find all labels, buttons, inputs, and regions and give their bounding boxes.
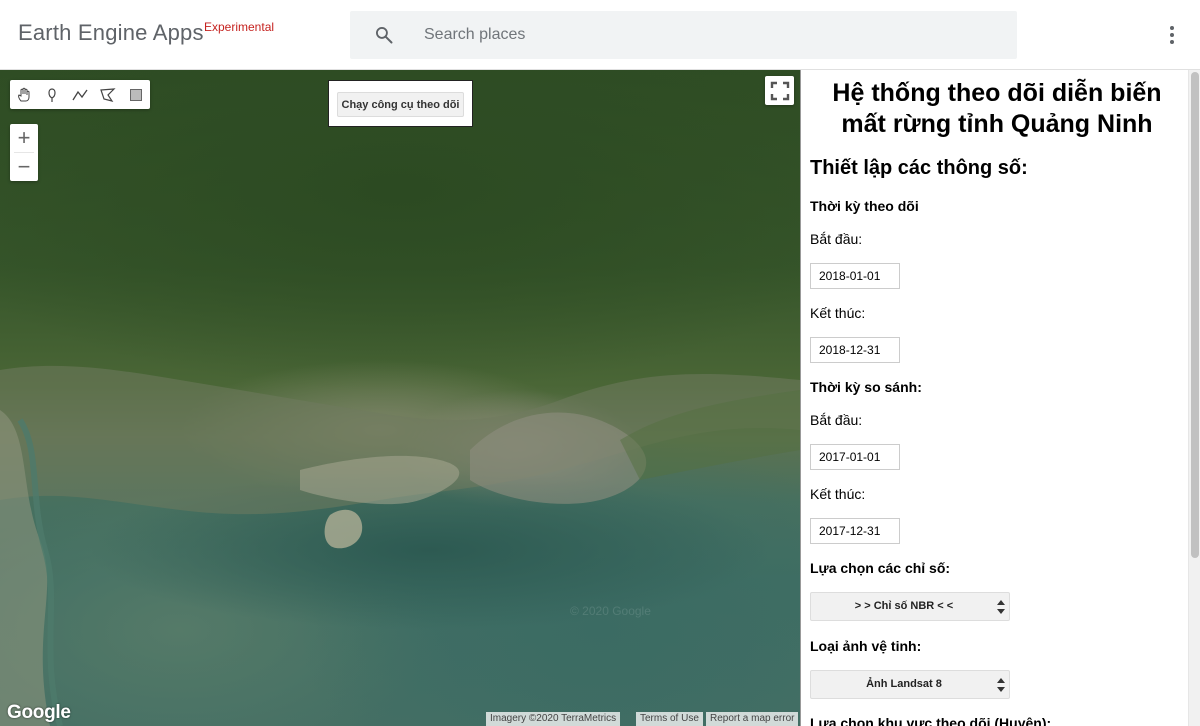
compare-end-input[interactable]	[810, 518, 900, 544]
index-label: Lựa chọn các chỉ số:	[810, 560, 951, 576]
rectangle-icon[interactable]	[122, 80, 150, 109]
drawing-toolbar	[10, 80, 150, 109]
search-box[interactable]	[350, 11, 1017, 59]
more-vert-icon[interactable]	[1162, 24, 1182, 46]
satellite-label: Loại ảnh vệ tinh:	[810, 638, 922, 654]
fullscreen-icon	[770, 81, 789, 100]
select-arrows-icon	[997, 678, 1005, 692]
polygon-icon[interactable]	[94, 80, 122, 109]
panel-title: Hệ thống theo dõi diễn biến mất rừng tỉn…	[832, 79, 1162, 138]
imagery-credit: Imagery ©2020 TerraMetrics	[486, 712, 621, 726]
zoom-out-button[interactable]: −	[10, 153, 38, 181]
settings-heading: Thiết lập các thông số:	[810, 157, 1028, 179]
terms-link[interactable]: Terms of Use	[636, 712, 703, 726]
monitor-start-input[interactable]	[810, 263, 900, 289]
compare-end-label: Kết thúc:	[810, 486, 866, 502]
compare-period-label: Thời kỳ so sánh:	[810, 379, 922, 395]
run-tool-panel: Chạy công cụ theo dõi	[328, 80, 473, 127]
experimental-tag: Experimental	[204, 20, 275, 34]
satellite-select[interactable]: Ảnh Landsat 8	[810, 670, 1010, 699]
compare-start-label: Bắt đầu:	[810, 412, 863, 428]
marker-icon[interactable]	[38, 80, 66, 109]
panel-scrollbar[interactable]	[1188, 70, 1200, 726]
imagery-watermark: © 2020 Google	[570, 604, 651, 618]
fullscreen-button[interactable]	[765, 76, 794, 105]
monitor-start-label: Bắt đầu:	[810, 231, 863, 247]
district-label: Lựa chọn khu vực theo dõi (Huyện):	[810, 715, 1052, 726]
satellite-imagery	[0, 365, 800, 726]
report-error-link[interactable]: Report a map error	[706, 712, 799, 726]
search-icon[interactable]	[374, 25, 394, 45]
scrollbar-thumb[interactable]	[1191, 72, 1199, 558]
zoom-in-button[interactable]: +	[10, 124, 38, 152]
monitor-period-label: Thời kỳ theo dõi	[810, 198, 919, 214]
satellite-select-value: Ảnh Landsat 8	[866, 678, 942, 690]
compare-start-input[interactable]	[810, 444, 900, 470]
zoom-control: + −	[10, 124, 38, 181]
control-panel: Hệ thống theo dõi diễn biến mất rừng tỉn…	[800, 70, 1200, 726]
polyline-icon[interactable]	[66, 80, 94, 109]
index-select-value: > > Chỉ số NBR < <	[854, 600, 954, 612]
monitor-end-input[interactable]	[810, 337, 900, 363]
monitor-end-label: Kết thúc:	[810, 305, 866, 321]
select-arrows-icon	[997, 600, 1005, 614]
app-header: Earth Engine Apps Experimental	[0, 0, 1200, 70]
google-logo[interactable]: Google	[7, 702, 71, 724]
hand-icon[interactable]	[10, 80, 38, 109]
map-canvas[interactable]: + − Chạy công cụ theo dõi © 2020 Google …	[0, 70, 800, 726]
app-brand[interactable]: Earth Engine Apps	[18, 20, 204, 46]
run-tool-button[interactable]: Chạy công cụ theo dõi	[337, 92, 464, 117]
index-select[interactable]: > > Chỉ số NBR < <	[810, 592, 1010, 621]
search-input[interactable]	[422, 11, 1002, 59]
